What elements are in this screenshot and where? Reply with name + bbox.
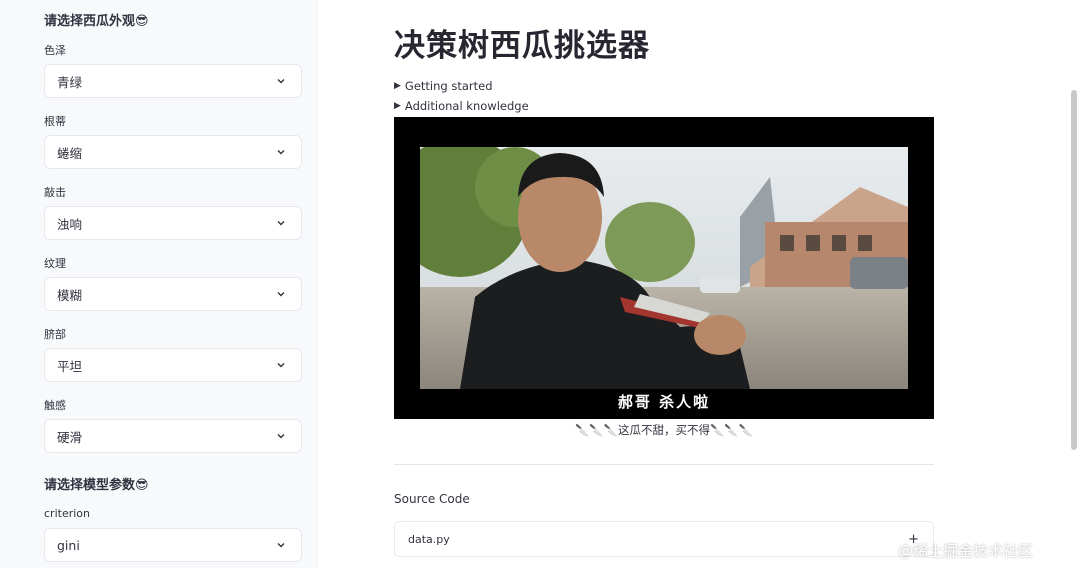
watermark: @稀土掘金技术社区 — [898, 542, 1034, 560]
select-touch-value: 硬滑 — [57, 429, 83, 445]
code-expander-data-py[interactable]: data.py + — [394, 521, 934, 557]
chevron-down-icon — [275, 359, 287, 371]
chevron-down-icon — [275, 288, 287, 300]
select-root[interactable]: 蜷缩 — [44, 135, 302, 169]
play-triangle-icon: ▶ — [394, 101, 401, 111]
select-navel[interactable]: 平坦 — [44, 348, 302, 382]
expander-additional-knowledge[interactable]: ▶ Additional knowledge — [394, 99, 529, 113]
select-knock-value: 浊响 — [57, 216, 83, 232]
select-color-value: 青绿 — [57, 74, 83, 90]
select-navel-value: 平坦 — [57, 358, 83, 374]
model-header: 请选择模型参数😎 — [44, 478, 149, 493]
field-label-root: 根蒂 — [44, 115, 66, 128]
code-file-name: data.py — [408, 532, 450, 546]
video-frame[interactable]: 郝哥 杀人啦 — [394, 117, 934, 419]
page-title: 决策树西瓜挑选器 — [394, 28, 650, 64]
select-texture-value: 模糊 — [57, 287, 83, 303]
select-criterion-value: gini — [57, 537, 80, 553]
scene-image — [420, 147, 908, 389]
field-label-texture: 纹理 — [44, 257, 66, 270]
play-triangle-icon: ▶ — [394, 81, 401, 91]
field-label-touch: 触感 — [44, 399, 66, 412]
appearance-header: 请选择西瓜外观😎 — [44, 14, 149, 29]
chevron-down-icon — [275, 75, 287, 87]
chevron-down-icon — [275, 217, 287, 229]
select-touch[interactable]: 硬滑 — [44, 419, 302, 453]
field-label-knock: 敲击 — [44, 186, 66, 199]
chevron-down-icon — [275, 430, 287, 442]
expander-getting-started[interactable]: ▶ Getting started — [394, 79, 493, 93]
video-subtitle: 郝哥 杀人啦 — [617, 393, 711, 411]
expander-label: Additional knowledge — [404, 99, 529, 113]
select-knock[interactable]: 浊响 — [44, 206, 302, 240]
scrollbar[interactable] — [1071, 90, 1077, 450]
chevron-down-icon — [275, 146, 287, 158]
sidebar: 请选择西瓜外观😎 色泽 青绿 根蒂 蜷缩 敲击 浊响 纹理 模糊 脐部 平坦 触… — [0, 0, 318, 568]
select-criterion[interactable]: gini — [44, 528, 302, 562]
expander-label: Getting started — [404, 79, 493, 93]
chevron-down-icon — [275, 539, 287, 551]
select-texture[interactable]: 模糊 — [44, 277, 302, 311]
select-color[interactable]: 青绿 — [44, 64, 302, 98]
field-label-color: 色泽 — [44, 44, 66, 57]
field-label-navel: 脐部 — [44, 328, 66, 341]
field-label-criterion: criterion — [44, 507, 90, 520]
source-code-label: Source Code — [394, 492, 470, 506]
select-root-value: 蜷缩 — [57, 145, 83, 161]
divider — [394, 464, 934, 465]
image-caption: 🔪🔪🔪这瓜不甜，买不得🔪🔪🔪 — [575, 423, 753, 437]
